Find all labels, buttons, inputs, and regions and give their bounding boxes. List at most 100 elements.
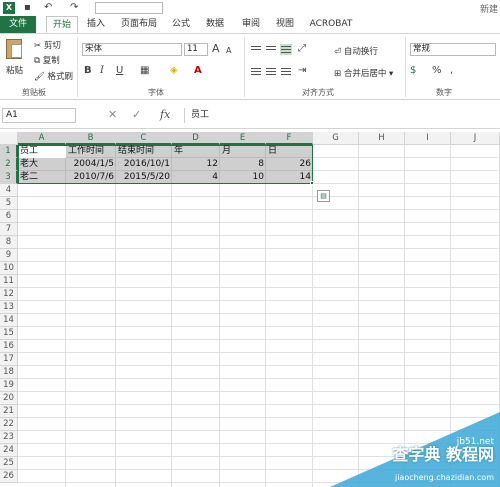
column-header[interactable]: H [359, 132, 405, 145]
table-cell[interactable]: 12 [172, 158, 220, 171]
row-header[interactable]: 5 [0, 197, 18, 210]
grow-font-button[interactable]: A [212, 43, 220, 55]
row-header[interactable]: 18 [0, 366, 18, 379]
bold-button[interactable]: B [84, 65, 92, 77]
column-header[interactable]: F [266, 132, 313, 145]
row-header[interactable]: 22 [0, 418, 18, 431]
quick-analysis-icon[interactable]: ▤ [317, 190, 330, 202]
align-right-icon[interactable] [280, 66, 292, 77]
indent-icon[interactable]: ⇥ [298, 65, 306, 77]
font-color-icon[interactable]: A [194, 65, 202, 77]
cancel-icon[interactable]: ✕ [108, 108, 117, 121]
table-cell[interactable]: 8 [220, 158, 266, 171]
align-center-icon[interactable] [265, 66, 277, 77]
row-header[interactable]: 9 [0, 249, 18, 262]
table-cell[interactable]: 4 [172, 171, 220, 184]
select-all-corner[interactable] [0, 132, 18, 145]
fill-handle[interactable] [310, 181, 314, 185]
header-cell[interactable]: 结束时间 [116, 145, 172, 158]
row-header[interactable]: 26 [0, 470, 18, 483]
fill-color-icon[interactable]: ◈ [170, 65, 178, 77]
row-header[interactable]: 17 [0, 353, 18, 366]
row-header[interactable]: 11 [0, 275, 18, 288]
shrink-font-button[interactable]: A [226, 45, 231, 57]
bottom-align-icon[interactable] [280, 44, 292, 55]
quick-access-input[interactable] [95, 2, 163, 14]
row-header[interactable]: 16 [0, 340, 18, 353]
table-cell[interactable]: 2016/10/1 [116, 158, 172, 171]
middle-align-icon[interactable] [265, 44, 277, 55]
row-header[interactable]: 1 [0, 145, 18, 158]
table-cell[interactable]: 老大 [18, 158, 66, 171]
row-header[interactable]: 6 [0, 210, 18, 223]
row-header[interactable]: 13 [0, 301, 18, 314]
tab-data[interactable]: 数据 [202, 16, 228, 33]
table-cell[interactable]: 10 [220, 171, 266, 184]
paste-button[interactable]: 粘贴 [6, 64, 23, 76]
row-header[interactable]: 8 [0, 236, 18, 249]
font-name-select[interactable]: 宋体 [82, 43, 182, 56]
header-cell[interactable]: 日 [266, 145, 313, 158]
table-cell[interactable]: 2010/7/6 [66, 171, 116, 184]
header-cell[interactable]: 年 [172, 145, 220, 158]
save-icon[interactable]: ▪ [24, 1, 31, 15]
column-header[interactable]: B [66, 132, 116, 145]
tab-review[interactable]: 审阅 [238, 16, 264, 33]
enter-icon[interactable]: ✓ [132, 108, 141, 121]
insert-function-icon[interactable]: fx [160, 108, 170, 121]
header-cell[interactable]: 工作时间 [66, 145, 116, 158]
table-cell[interactable]: 2015/5/20 [116, 171, 172, 184]
column-header[interactable]: E [220, 132, 266, 145]
column-header[interactable]: I [405, 132, 451, 145]
row-header[interactable]: 23 [0, 431, 18, 444]
formula-input[interactable]: 员工 [184, 108, 498, 123]
row-header[interactable]: 25 [0, 457, 18, 470]
row-header[interactable]: 10 [0, 262, 18, 275]
row-header[interactable]: 2 [0, 158, 18, 171]
row-header[interactable]: 19 [0, 379, 18, 392]
table-cell[interactable]: 14 [266, 171, 313, 184]
column-header[interactable]: G [313, 132, 359, 145]
number-format-select[interactable]: 常规 [410, 43, 496, 56]
comma-button[interactable]: , [450, 65, 453, 77]
header-cell[interactable]: 月 [220, 145, 266, 158]
tab-view[interactable]: 视图 [272, 16, 298, 33]
row-header[interactable]: 4 [0, 184, 18, 197]
tab-page-layout[interactable]: 页面布局 [116, 16, 162, 33]
column-header[interactable]: C [116, 132, 172, 145]
paste-icon[interactable] [6, 39, 22, 59]
column-header[interactable]: A [18, 132, 66, 145]
italic-button[interactable]: I [100, 65, 104, 77]
wrap-text-button[interactable]: ⏎ 自动换行 [334, 45, 378, 57]
row-header[interactable]: 21 [0, 405, 18, 418]
row-header[interactable]: 24 [0, 444, 18, 457]
tab-acrobat[interactable]: ACROBAT [306, 16, 356, 33]
format-painter-button[interactable]: 🖌 格式刷 [34, 70, 73, 82]
row-header[interactable]: 15 [0, 327, 18, 340]
merge-center-button[interactable]: ⊞ 合并后居中 ▾ [334, 67, 393, 79]
top-align-icon[interactable] [250, 44, 262, 55]
orientation-icon[interactable]: ⤢ [298, 43, 306, 55]
row-header[interactable]: 7 [0, 223, 18, 236]
row-header[interactable]: 3 [0, 171, 18, 184]
borders-icon[interactable]: ▦ [140, 65, 149, 77]
row-header[interactable]: 14 [0, 314, 18, 327]
percent-button[interactable]: % [432, 65, 442, 77]
tab-file[interactable]: 文件 [0, 16, 36, 33]
table-cell[interactable]: 2004/1/5 [66, 158, 116, 171]
tab-home[interactable]: 开始 [46, 16, 78, 33]
tab-formulas[interactable]: 公式 [168, 16, 194, 33]
tab-insert[interactable]: 插入 [82, 16, 110, 33]
font-size-select[interactable]: 11 [184, 43, 208, 56]
table-cell[interactable]: 26 [266, 158, 313, 171]
row-header[interactable]: 12 [0, 288, 18, 301]
currency-icon[interactable]: $ [410, 65, 416, 77]
cut-button[interactable]: ✂ 剪切 [34, 39, 61, 51]
column-header[interactable]: J [451, 132, 500, 145]
name-box[interactable]: A1 [2, 108, 76, 123]
row-header[interactable]: 20 [0, 392, 18, 405]
redo-icon[interactable]: ↷ [70, 1, 78, 15]
undo-icon[interactable]: ↶ [44, 1, 52, 15]
underline-button[interactable]: U [116, 65, 123, 77]
align-left-icon[interactable] [250, 66, 262, 77]
